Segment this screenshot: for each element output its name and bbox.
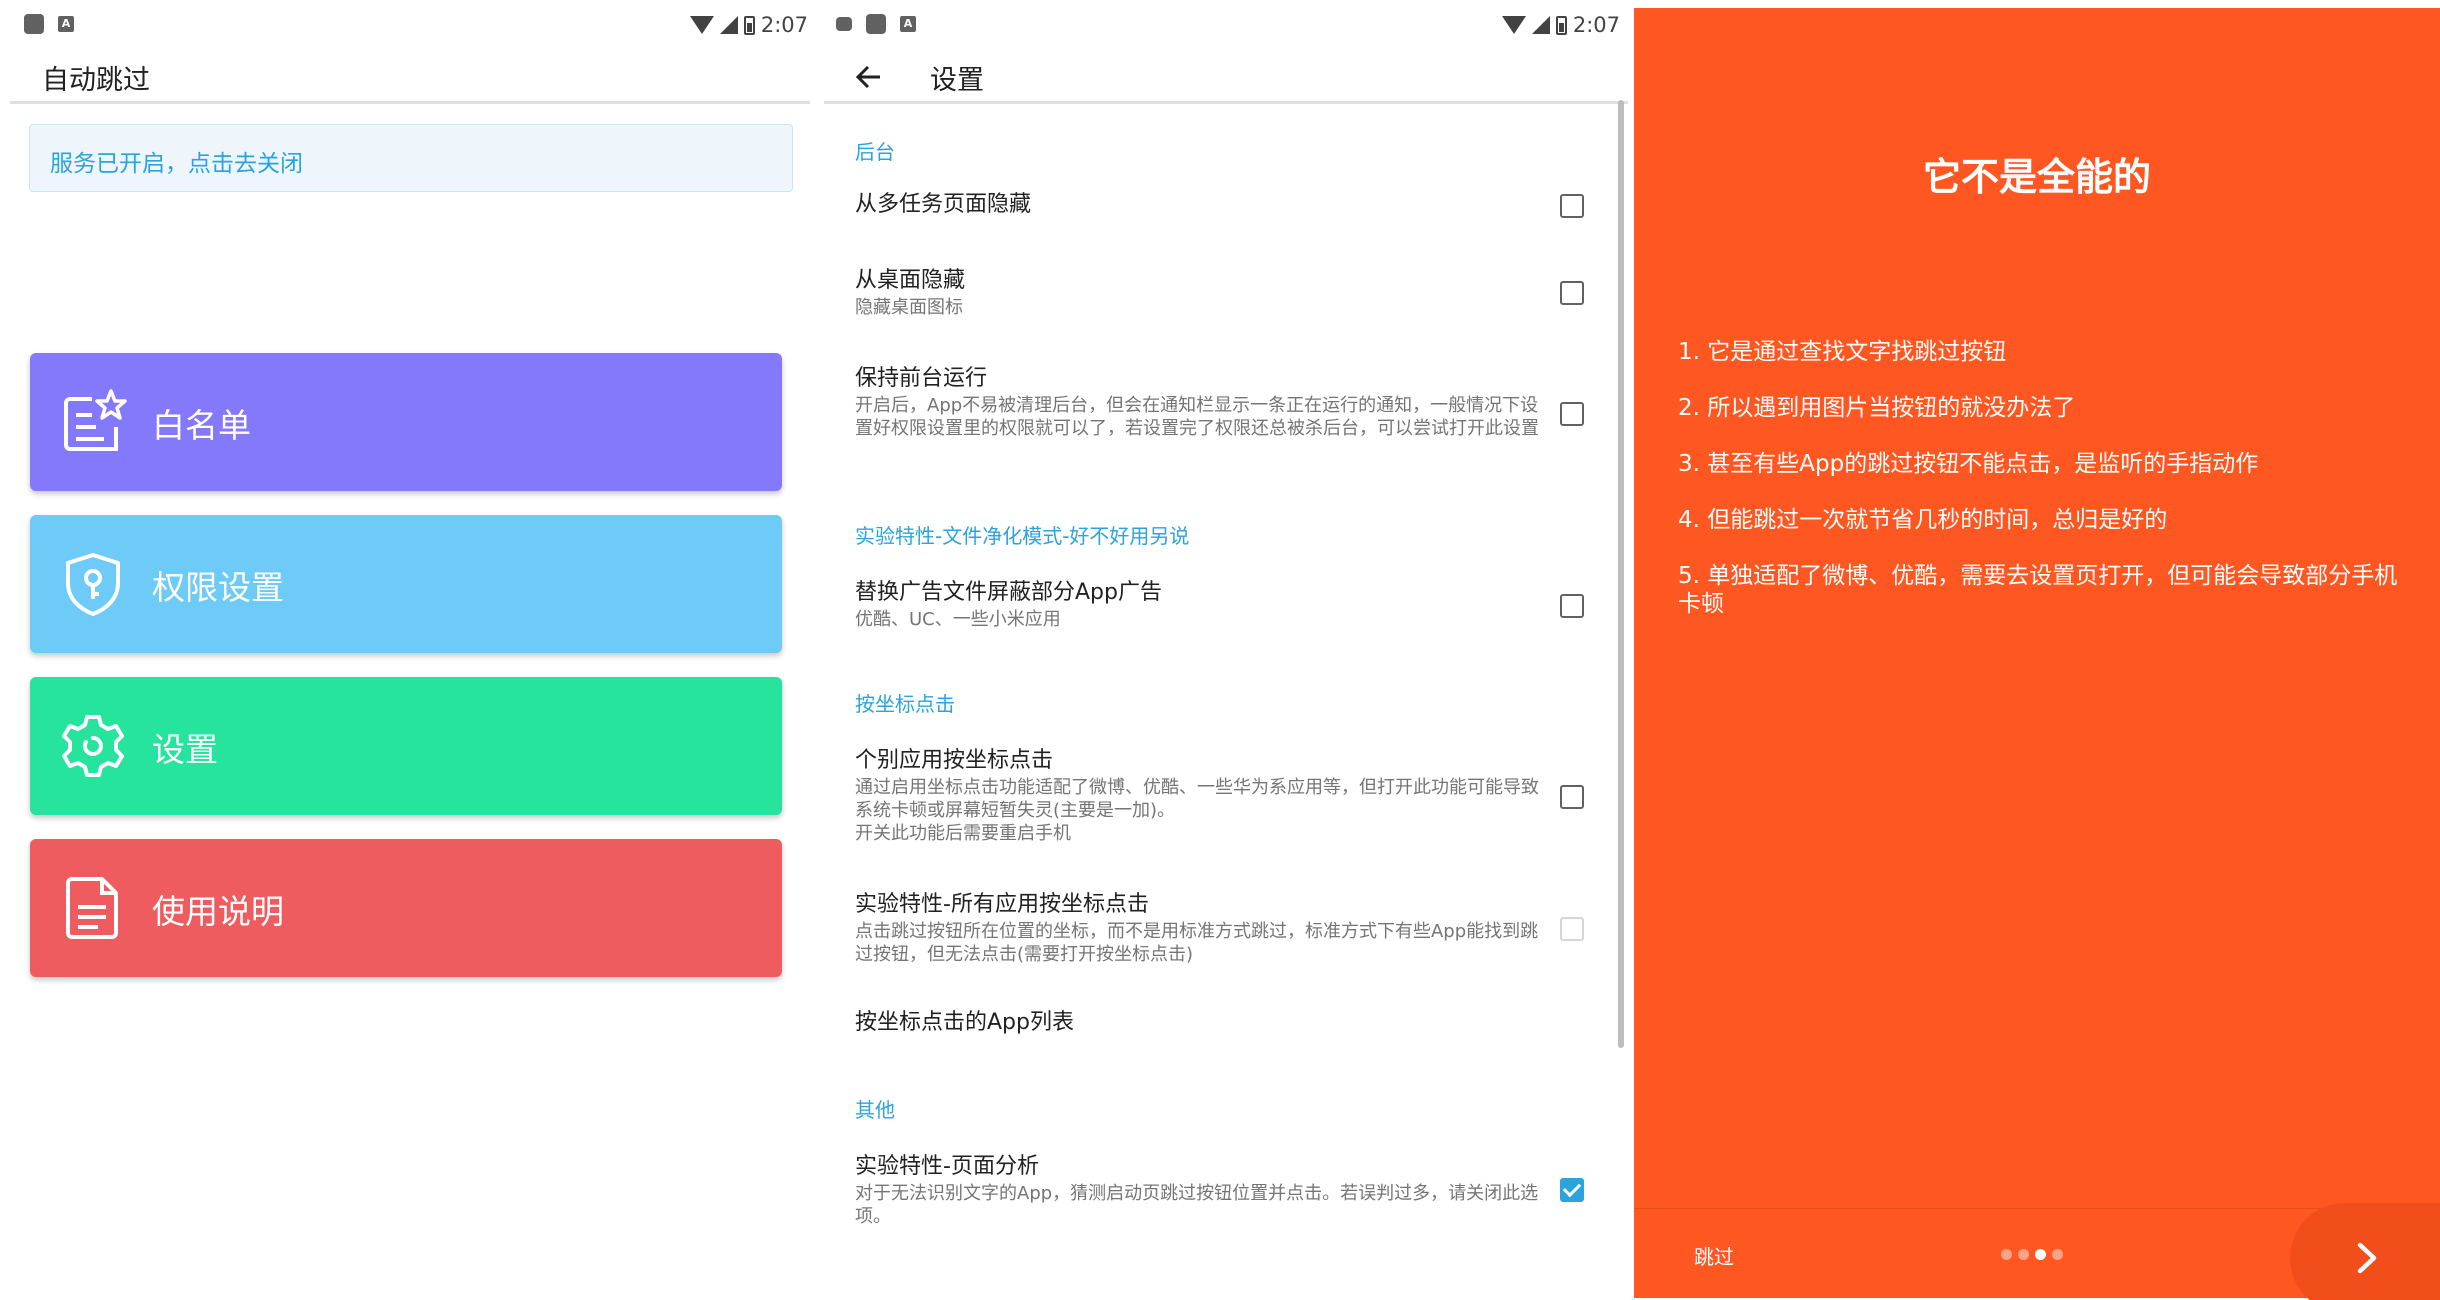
pref-keep-foreground[interactable]: 保持前台运行 开启后，App不易被清理后台，但会在通知栏显示一条正在运行的通知，… — [855, 364, 1545, 440]
scrollbar[interactable] — [1618, 100, 1624, 1048]
pref-hide-from-launcher[interactable]: 从桌面隐藏 隐藏桌面图标 — [855, 266, 1545, 319]
image-notification-icon — [836, 17, 852, 31]
intro-item: 2. 所以遇到用图片当按钮的就没办法了 — [1678, 395, 2076, 421]
page-indicator — [2001, 1249, 2063, 1260]
checkbox-page-analysis[interactable] — [1560, 1178, 1584, 1202]
service-status-text: 服务已开启，点击去关闭 — [50, 151, 303, 177]
pref-summary: 点击跳过按钮所在位置的坐标，而不是用标准方式跳过，标准方式下有些App能找到跳过… — [855, 921, 1539, 965]
pref-page-analysis[interactable]: 实验特性-页面分析 对于无法识别文字的App，猜测启动页跳过按钮位置并点击。若误… — [855, 1152, 1545, 1228]
font-notification-icon: A — [900, 16, 916, 32]
page-title: 设置 — [930, 65, 984, 96]
document-icon — [66, 877, 118, 939]
intro-screen: 它不是全能的 1. 它是通过查找文字找跳过按钮 2. 所以遇到用图片当按钮的就没… — [1634, 0, 2440, 1300]
intro-item: 1. 它是通过查找文字找跳过按钮 — [1678, 339, 2007, 365]
status-time: 2:07 — [1572, 13, 1620, 37]
settings-label: 设置 — [152, 730, 218, 769]
whitelist-icon — [64, 389, 127, 451]
page-dot — [2018, 1249, 2029, 1260]
pref-summary: 优酷、UC、一些小米应用 — [855, 609, 1061, 630]
shield-key-icon — [66, 553, 120, 616]
wifi-icon — [1501, 16, 1526, 34]
battery-icon — [1555, 15, 1567, 35]
chevron-right-icon — [2357, 1242, 2377, 1274]
category-background: 后台 — [855, 140, 895, 164]
back-arrow-icon[interactable] — [854, 62, 884, 92]
whitelist-button[interactable]: 白名单 — [30, 353, 782, 491]
service-status-banner[interactable]: 服务已开启，点击去关闭 — [29, 124, 793, 192]
status-right: 2:07 — [1501, 10, 1620, 40]
page-dot — [2001, 1249, 2012, 1260]
intro-item: 5. 单独适配了微博、优酷，需要去设置页打开，但可能会导致部分手机卡顿 — [1678, 563, 2398, 617]
pref-summary: 通过启用坐标点击功能适配了微博、优酷、一些华为系应用等，但打开此功能可能导致系统… — [855, 777, 1539, 844]
intro-title: 它不是全能的 — [1922, 155, 2151, 199]
whitelist-label: 白名单 — [152, 406, 251, 445]
instructions-label: 使用说明 — [152, 892, 284, 931]
pref-summary: 隐藏桌面图标 — [855, 297, 963, 318]
next-button[interactable] — [2290, 1203, 2440, 1300]
pref-replace-ad-files[interactable]: 替换广告文件屏蔽部分App广告 优酷、UC、一些小米应用 — [855, 578, 1545, 631]
category-experimental: 实验特性-文件净化模式-好不好用另说 — [855, 524, 1190, 548]
main-screen: A 2:07 自动跳过 服务已开启，点击去关闭 白名单 权限设置 设置 使用说明 — [0, 0, 820, 1300]
pref-coordinate-click-all-apps: 实验特性-所有应用按坐标点击 点击跳过按钮所在位置的坐标，而不是用标准方式跳过，… — [855, 890, 1545, 966]
pref-title: 按坐标点击的App列表 — [855, 1010, 1074, 1035]
pref-title: 从桌面隐藏 — [855, 268, 966, 293]
intro-item: 4. 但能跳过一次就节省几秒的时间，总归是好的 — [1678, 507, 2168, 533]
wifi-icon — [689, 16, 714, 34]
pref-title: 个别应用按坐标点击 — [855, 748, 1054, 773]
status-right: 2:07 — [689, 10, 808, 40]
settings-button[interactable]: 设置 — [30, 677, 782, 815]
pref-summary: 开启后，App不易被清理后台，但会在通知栏显示一条正在运行的通知，一般情况下设置… — [855, 395, 1539, 439]
settings-list: 后台 从多任务页面隐藏 从桌面隐藏 隐藏桌面图标 保持前台运行 开启后，App不… — [820, 108, 1632, 1300]
skip-button[interactable]: 跳过 — [1694, 1241, 1734, 1270]
checkbox-hide-from-recents[interactable] — [1560, 194, 1584, 218]
pref-title: 实验特性-页面分析 — [855, 1154, 1039, 1179]
signal-icon — [719, 16, 738, 34]
page-dot-active — [2035, 1249, 2046, 1260]
intro-item: 3. 甚至有些App的跳过按钮不能点击，是监听的手指动作 — [1678, 451, 2259, 477]
intro-slide: 它不是全能的 1. 它是通过查找文字找跳过按钮 2. 所以遇到用图片当按钮的就没… — [1634, 8, 2440, 1300]
category-other: 其他 — [855, 1098, 895, 1122]
status-time: 2:07 — [760, 13, 808, 37]
toolbar: 设置 — [824, 50, 1628, 104]
signal-icon — [1531, 16, 1550, 34]
pref-title: 实验特性-所有应用按坐标点击 — [855, 892, 1149, 917]
checkbox-replace-ad-files[interactable] — [1560, 594, 1584, 618]
gear-icon — [62, 715, 124, 777]
pref-title: 替换广告文件屏蔽部分App广告 — [855, 580, 1162, 605]
settings-screen: A 2:07 设置 后台 从多任务页面隐藏 从桌面隐藏 隐藏桌面图标 保持前台运… — [820, 0, 1632, 1300]
page-dot — [2052, 1249, 2063, 1260]
checkbox-hide-from-launcher[interactable] — [1560, 281, 1584, 305]
permission-settings-label: 权限设置 — [152, 568, 284, 607]
pref-title: 从多任务页面隐藏 — [855, 192, 1032, 217]
pref-title: 保持前台运行 — [855, 366, 988, 391]
checkbox-keep-foreground[interactable] — [1560, 402, 1584, 426]
instructions-button[interactable]: 使用说明 — [30, 839, 782, 977]
permission-settings-button[interactable]: 权限设置 — [30, 515, 782, 653]
checkbox-coordinate-click-some-apps[interactable] — [1560, 785, 1584, 809]
status-bar: A 2:07 — [0, 0, 820, 50]
battery-icon — [743, 15, 755, 35]
checkbox-coordinate-click-all-apps — [1560, 917, 1584, 941]
pref-coordinate-app-list[interactable]: 按坐标点击的App列表 — [855, 1008, 1545, 1038]
pref-coordinate-click-some-apps[interactable]: 个别应用按坐标点击 通过启用坐标点击功能适配了微博、优酷、一些华为系应用等，但打… — [855, 746, 1545, 845]
page-title: 自动跳过 — [42, 65, 150, 96]
pref-summary: 对于无法识别文字的App，猜测启动页跳过按钮位置并点击。若误判过多，请关闭此选项… — [855, 1183, 1539, 1227]
intro-list: 1. 它是通过查找文字找跳过按钮 2. 所以遇到用图片当按钮的就没办法了 3. … — [1678, 338, 2398, 646]
toolbar: 自动跳过 — [10, 50, 810, 104]
category-coordinate: 按坐标点击 — [855, 692, 955, 716]
pref-hide-from-recents[interactable]: 从多任务页面隐藏 — [855, 190, 1545, 220]
intro-bottom-bar: 跳过 — [1634, 1203, 2440, 1300]
notification-icon — [866, 14, 886, 34]
status-bar: A 2:07 — [820, 0, 1632, 50]
notification-icon — [24, 14, 44, 34]
font-notification-icon: A — [58, 16, 74, 32]
